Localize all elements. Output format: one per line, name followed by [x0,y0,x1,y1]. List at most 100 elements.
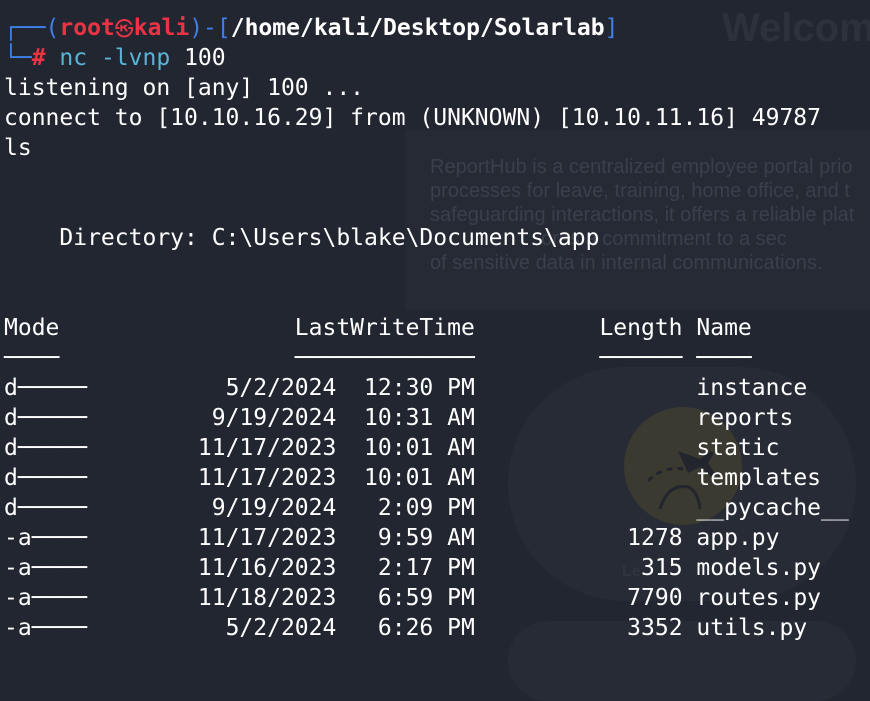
row-date: 5/2/2024 [87,375,337,401]
command-arg: 100 [184,45,226,71]
skull-icon: ㉿ [114,18,134,40]
directory-line: Directory: C:\Users\blake\Documents\app [4,225,600,251]
row-length [475,405,683,431]
row-length: 3352 [474,615,683,641]
listing-row: d───── 9/19/2024 10:31 AM reports [4,403,849,433]
row-length [475,495,683,521]
row-time: 9:59 AM [336,525,475,551]
row-name: templates [696,465,822,491]
row-name: __pycache__ [696,495,849,521]
listing-row: d───── 11/17/2023 10:01 AM templates [4,463,849,493]
prompt-separator: )-[ [189,15,231,41]
prompt-corner: ┌──( [4,15,60,41]
listening-line: listening on [any] 100 ... [4,75,365,101]
row-time: 6:26 PM [336,615,475,641]
row-name: models.py [696,555,822,581]
row-length: 1278 [474,525,683,551]
prompt-user: root [59,15,115,41]
underline-mode: ──── [4,345,295,371]
underline-lastwritetime: ───────────── [294,345,475,371]
row-mode: -a──── [4,525,88,551]
listing-underline: ──── ───────────── ────── ──── [4,343,849,373]
prompt-host: kali [133,15,190,41]
row-name: reports [696,405,794,431]
listing-row: d───── 9/19/2024 2:09 PM __pycache__ [4,493,849,523]
row-mode: d───── [4,435,88,461]
row-time: 10:31 AM [336,405,475,431]
row-time: 12:30 PM [336,375,475,401]
row-date: 11/17/2023 [87,435,337,461]
row-date: 9/19/2024 [87,405,337,431]
prompt-line-top: ┌──(root㉿kali)-[/home/kali/Desktop/Solar… [4,13,849,43]
row-time: 10:01 AM [336,435,475,461]
row-time: 2:09 PM [336,495,475,521]
row-name: utils.py [696,615,808,641]
row-length [475,375,683,401]
row-time: 6:59 PM [336,585,475,611]
row-name: routes.py [696,585,822,611]
row-time: 10:01 AM [336,465,475,491]
row-name: static [696,435,780,461]
command-text: nc -lvnp [59,45,171,71]
header-mode: Mode [4,315,295,341]
listing-row: -a──── 11/18/2023 6:59 PM 7790 routes.py [4,583,849,613]
row-name: app.py [696,525,780,551]
row-mode: d───── [4,405,88,431]
row-date: 11/16/2023 [87,555,337,581]
prompt-close-bracket: ] [604,15,619,41]
prompt-corner-bottom: └─ [4,45,32,71]
prompt-path: /home/kali/Desktop/Solarlab [230,15,605,41]
row-date: 5/2/2024 [87,615,337,641]
listing-header: Mode LastWriteTime Length Name [4,313,849,343]
row-mode: d───── [4,375,88,401]
listing-rows: d───── 5/2/2024 12:30 PM instance d───── … [4,373,849,643]
row-mode: d───── [4,465,88,491]
typed-command: ls [4,135,32,161]
listing-row: d───── 5/2/2024 12:30 PM instance [4,373,849,403]
underline-length: ────── [599,345,683,371]
row-time: 2:17 PM [336,555,475,581]
row-length [475,435,683,461]
row-date: 11/17/2023 [87,525,337,551]
prompt-hash: # [31,45,46,71]
row-date: 11/17/2023 [87,465,337,491]
row-mode: -a──── [4,555,88,581]
header-length: Length [599,315,683,341]
connect-line: connect to [10.10.16.29] from (UNKNOWN) … [4,105,821,131]
row-mode: d───── [4,495,88,521]
listing-row: -a──── 5/2/2024 6:26 PM 3352 utils.py [4,613,849,643]
row-length: 7790 [474,585,683,611]
row-length: 315 [474,555,683,581]
terminal-output[interactable]: ┌──(root㉿kali)-[/home/kali/Desktop/Solar… [4,13,849,643]
prompt-line-command: └─# nc -lvnp 100 [4,43,849,73]
row-name: instance [696,375,808,401]
listing-row: -a──── 11/16/2023 2:17 PM 315 models.py [4,553,849,583]
row-date: 9/19/2024 [87,495,337,521]
underline-name: ──── [696,345,752,371]
header-lastwritetime: LastWriteTime [294,315,475,341]
header-name: Name [696,315,752,341]
row-mode: -a──── [4,585,88,611]
row-mode: -a──── [4,615,88,641]
row-date: 11/18/2023 [87,585,337,611]
row-length [475,465,683,491]
listing-row: -a──── 11/17/2023 9:59 AM 1278 app.py [4,523,849,553]
listing-row: d───── 11/17/2023 10:01 AM static [4,433,849,463]
